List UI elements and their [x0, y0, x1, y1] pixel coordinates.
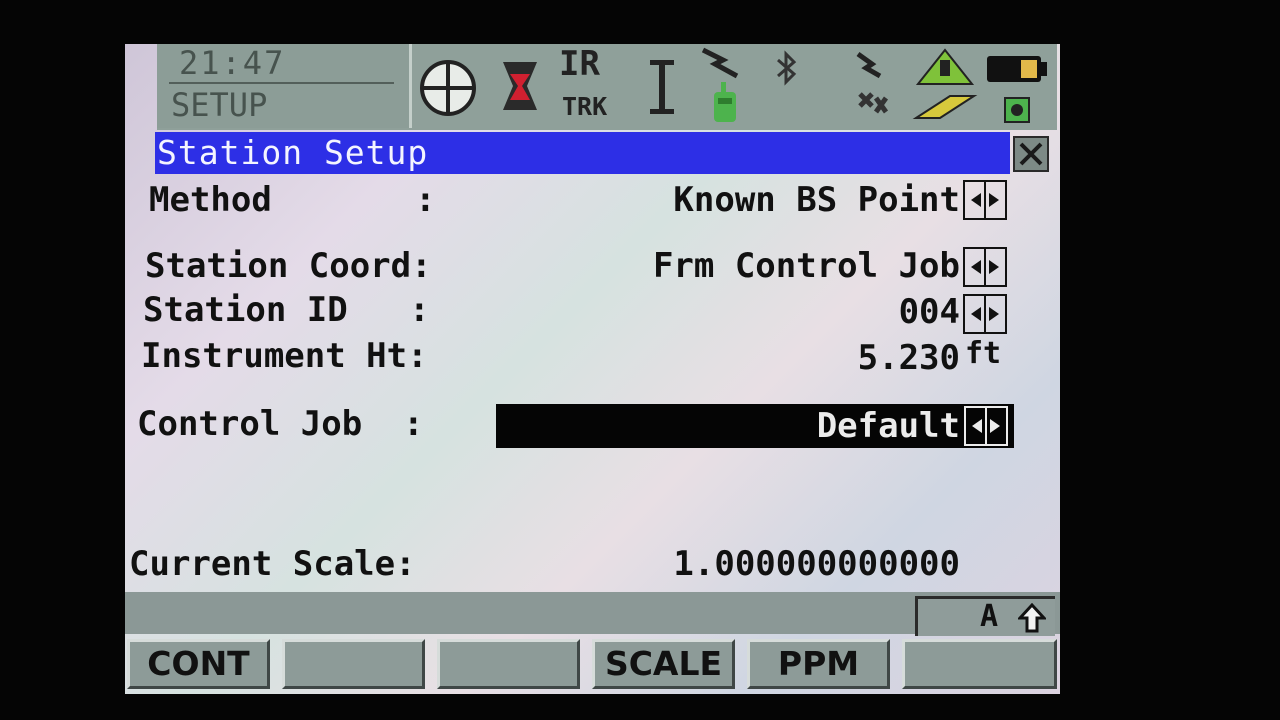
control-job-label: Control Job : — [137, 404, 424, 444]
softkey-scale[interactable]: SCALE — [592, 639, 735, 689]
instrument-height-value[interactable]: 5.230 — [745, 338, 960, 378]
battery-icon — [987, 56, 1047, 123]
method-value[interactable]: Known BS Point — [565, 180, 960, 220]
reticle-icon — [420, 60, 476, 116]
station-id-label: Station ID : — [143, 290, 430, 330]
current-scale-label: Current Scale: — [129, 544, 416, 584]
prism-icon — [503, 62, 537, 110]
level-tilt-icon — [912, 48, 978, 119]
mode-indicator: 21:47 SETUP — [157, 44, 412, 128]
softkey-3[interactable] — [437, 639, 580, 689]
trk-label: TRK — [562, 92, 608, 121]
laser-pointer-icon — [650, 60, 674, 114]
instrument-height-label: Instrument Ht: — [141, 336, 428, 376]
softkey-2[interactable] — [282, 639, 425, 689]
method-selector-arrows-icon[interactable] — [963, 180, 1007, 220]
connection-icon — [856, 51, 889, 114]
device-screen: 21:47 SETUP IR TRK Station Setup Method … — [125, 44, 1060, 694]
input-mode-indicator: A — [915, 596, 1055, 636]
softkey-ppm[interactable]: PPM — [747, 639, 890, 689]
radio-icon — [701, 47, 739, 122]
window-title: Station Setup — [157, 133, 429, 172]
close-icon — [1019, 142, 1043, 166]
input-mode-label: A — [980, 599, 999, 634]
mode-label: SETUP — [171, 86, 268, 124]
control-job-selector-arrows-icon[interactable] — [964, 406, 1008, 446]
instrument-height-unit: ft — [965, 336, 1002, 371]
control-job-field[interactable]: Default — [496, 404, 1014, 448]
window-title-bar: Station Setup — [155, 132, 1010, 174]
method-label: Method : — [149, 180, 436, 220]
close-button[interactable] — [1013, 136, 1049, 172]
station-coord-label: Station Coord: — [145, 246, 432, 286]
shift-arrow-icon — [1018, 603, 1046, 633]
bluetooth-icon — [777, 50, 797, 86]
softkey-6[interactable] — [902, 639, 1057, 689]
ir-label: IR — [559, 44, 600, 84]
softkey-cont[interactable]: CONT — [127, 639, 270, 689]
station-id-value[interactable]: 004 — [765, 292, 960, 332]
control-job-value: Default — [816, 406, 960, 446]
current-scale-value: 1.000000000000 — [673, 544, 960, 584]
clock: 21:47 — [179, 44, 286, 82]
station-coord-selector-arrows-icon[interactable] — [963, 247, 1007, 287]
station-id-selector-arrows-icon[interactable] — [963, 294, 1007, 334]
status-bar: 21:47 SETUP IR TRK — [157, 44, 1057, 130]
station-coord-value[interactable]: Frm Control Job — [525, 246, 960, 286]
divider — [169, 82, 394, 84]
